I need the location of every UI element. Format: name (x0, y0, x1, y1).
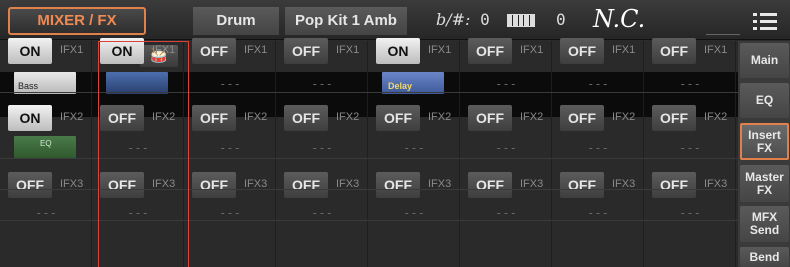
ifx3-toggle-button[interactable]: OFF (8, 172, 52, 198)
fx2-empty-slot[interactable]: --- (184, 141, 276, 155)
ifx1-label: IFX1 (520, 44, 544, 56)
fx3-empty-slot[interactable]: --- (368, 206, 460, 220)
channel-column: AONIFX1BassONIFX2EQOFFIFX3--- (0, 38, 92, 267)
ifx1-label: IFX1 (428, 44, 452, 56)
fx2-empty-slot[interactable]: --- (552, 141, 644, 155)
side-tab-insert-fx[interactable]: Insert FX (740, 123, 789, 160)
ifx2-label: IFX2 (244, 111, 268, 123)
row-separator (0, 189, 738, 190)
keyboard-icon (507, 14, 535, 27)
ifx2-toggle-button[interactable]: OFF (468, 105, 512, 131)
ifx3-toggle-button[interactable]: OFF (284, 172, 328, 198)
fx1-empty-slot[interactable]: --- (276, 77, 368, 91)
fx3-empty-slot[interactable]: --- (0, 206, 92, 220)
row-separator (0, 158, 738, 159)
fx1-effect-thumbnail[interactable]: Delay (382, 72, 444, 94)
ifx3-toggle-button[interactable]: OFF (192, 172, 236, 198)
ifx2-label: IFX2 (520, 111, 544, 123)
ifx2-label: IFX2 (612, 111, 636, 123)
fx1-effect-thumbnail[interactable]: Bass (14, 72, 76, 94)
octave-value: 0 (556, 10, 566, 29)
fx3-empty-slot[interactable]: --- (552, 206, 644, 220)
ifx2-toggle-button[interactable]: OFF (652, 105, 696, 131)
channel-column: AOFFIFX1---OFFIFX2---OFFIFX3--- (644, 38, 736, 267)
fx2-empty-slot[interactable]: --- (644, 141, 736, 155)
fx1-empty-slot[interactable]: --- (552, 77, 644, 91)
fx1-effect-thumbnail[interactable] (106, 72, 168, 94)
header-bar: MIXER / FX Drum Pop Kit 1 Amb b/#: 0 0 N… (0, 0, 790, 40)
ifx1-toggle-button[interactable]: OFF (284, 38, 328, 64)
side-tab-eq[interactable]: EQ (740, 83, 789, 118)
channel-column: AONIFX1DelayOFFIFX2---OFFIFX3--- (368, 38, 460, 267)
ifx1-toggle-button[interactable]: OFF (468, 38, 512, 64)
ifx2-label: IFX2 (60, 111, 84, 123)
effect-name: Bass (18, 81, 39, 91)
header-track-name[interactable]: Drum (193, 7, 279, 35)
ifx3-toggle-button[interactable]: OFF (376, 172, 420, 198)
ifx2-toggle-button[interactable]: OFF (100, 105, 144, 131)
side-tab-bar: Main EQ Insert FX Master FX MFX Send Bend (738, 41, 790, 267)
ifx1-toggle-button[interactable]: ON (8, 38, 52, 64)
ifx1-label: IFX1 (60, 44, 84, 56)
channel-column: AOFFIFX1---OFFIFX2---OFFIFX3--- (460, 38, 552, 267)
ifx3-toggle-button[interactable]: OFF (468, 172, 512, 198)
ifx3-toggle-button[interactable]: OFF (100, 172, 144, 198)
ifx3-toggle-button[interactable]: OFF (560, 172, 604, 198)
side-tab-main[interactable]: Main (740, 43, 789, 78)
transpose-label: b/#: (436, 10, 471, 29)
ifx2-toggle-button[interactable]: OFF (192, 105, 236, 131)
fx2-empty-slot[interactable]: --- (460, 141, 552, 155)
ifx2-toggle-button[interactable]: OFF (284, 105, 328, 131)
fx1-empty-slot[interactable]: --- (460, 77, 552, 91)
ifx2-label: IFX2 (336, 111, 360, 123)
ifx2-label: IFX2 (704, 111, 728, 123)
channel-column: A🥁ONIFX1OFFIFX2---OFFIFX3--- (92, 38, 184, 267)
ifx2-label: IFX2 (152, 111, 176, 123)
side-tab-master-fx[interactable]: Master FX (740, 165, 789, 202)
ifx1-label: IFX1 (704, 44, 728, 56)
fx3-empty-slot[interactable]: --- (460, 206, 552, 220)
mixer-fx-title-button[interactable]: MIXER / FX (8, 7, 146, 35)
transpose-value: 0 (480, 10, 490, 29)
fx2-empty-slot[interactable]: --- (92, 141, 184, 155)
ifx1-toggle-button[interactable]: ON (376, 38, 420, 64)
fx3-empty-slot[interactable]: --- (276, 206, 368, 220)
ifx1-toggle-button[interactable]: OFF (652, 38, 696, 64)
ifx2-toggle-button[interactable]: OFF (376, 105, 420, 131)
fx1-empty-slot[interactable]: --- (184, 77, 276, 91)
insert-fx-grid: AONIFX1BassONIFX2EQOFFIFX3---A🥁ONIFX1OFF… (0, 38, 738, 267)
fx3-empty-slot[interactable]: --- (644, 206, 736, 220)
fx1-empty-slot[interactable]: --- (644, 77, 736, 91)
side-tab-bend[interactable]: Bend (740, 247, 789, 267)
ifx2-label: IFX2 (428, 111, 452, 123)
ifx2-toggle-button[interactable]: OFF (560, 105, 604, 131)
fx3-empty-slot[interactable]: --- (92, 206, 184, 220)
fx2-empty-slot[interactable]: --- (368, 141, 460, 155)
ifx2-toggle-button[interactable]: ON (8, 105, 52, 131)
side-tab-mfx-send[interactable]: MFX Send (740, 206, 789, 242)
header-divider (706, 34, 740, 35)
effect-name: Delay (388, 81, 413, 91)
ifx1-label: IFX1 (612, 44, 636, 56)
fx2-effect-thumbnail[interactable]: EQ (14, 136, 76, 158)
fx2-empty-slot[interactable]: --- (276, 141, 368, 155)
row-separator (0, 220, 738, 221)
ifx1-toggle-button[interactable]: OFF (192, 38, 236, 64)
chord-readout: N.C. (593, 5, 646, 33)
ifx1-label: IFX1 (152, 44, 176, 56)
effect-name: EQ (40, 139, 52, 148)
ifx1-label: IFX1 (244, 44, 268, 56)
ifx1-label: IFX1 (336, 44, 360, 56)
header-sound-name[interactable]: Pop Kit 1 Amb (285, 7, 407, 35)
channel-column: AOFFIFX1---OFFIFX2---OFFIFX3--- (184, 38, 276, 267)
transpose-readout[interactable]: b/#: 0 (436, 10, 490, 29)
menu-icon[interactable] (753, 11, 777, 31)
channel-column: AOFFIFX1---OFFIFX2---OFFIFX3--- (552, 38, 644, 267)
channel-column: AOFFIFX1---OFFIFX2---OFFIFX3--- (276, 38, 368, 267)
row-separator (0, 92, 738, 93)
ifx3-toggle-button[interactable]: OFF (652, 172, 696, 198)
fx3-empty-slot[interactable]: --- (184, 206, 276, 220)
ifx1-toggle-button[interactable]: OFF (560, 38, 604, 64)
ifx1-toggle-button[interactable]: ON (100, 38, 144, 64)
